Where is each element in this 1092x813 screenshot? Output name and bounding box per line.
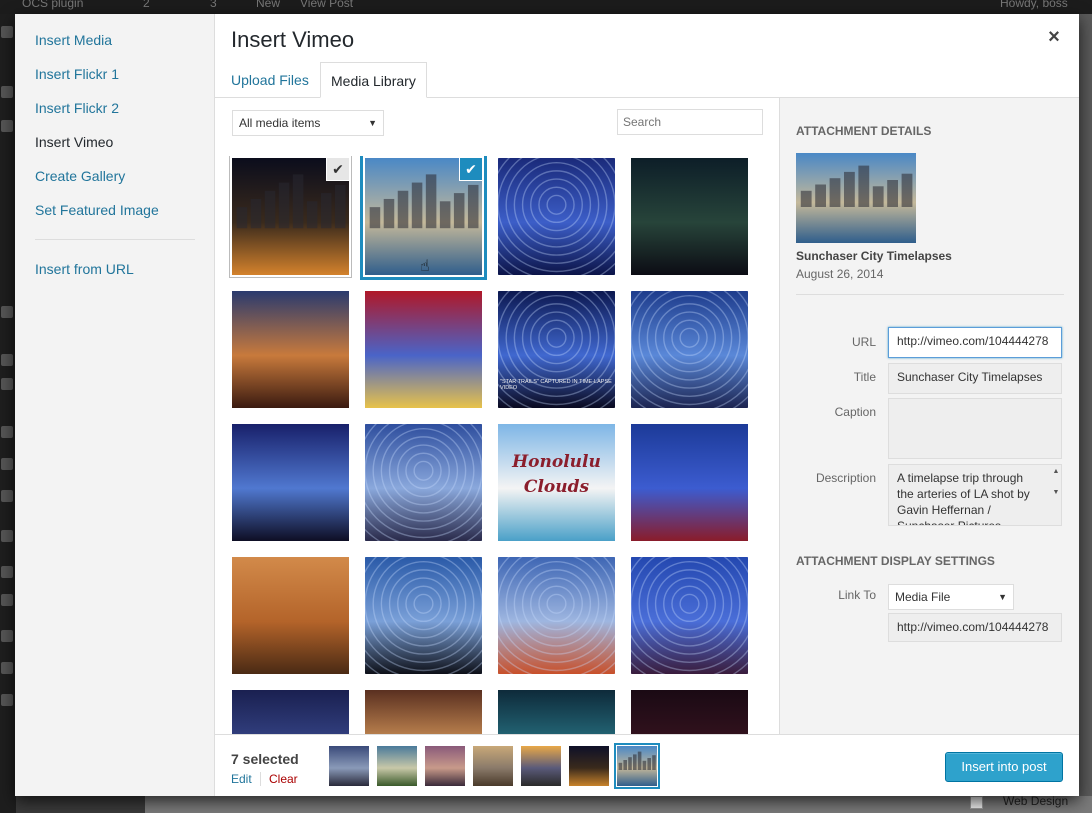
- menu-separator: [35, 239, 195, 240]
- menu-insert-from-url[interactable]: Insert from URL: [35, 261, 134, 277]
- admin-bar: OCS plugin 2 3 New View Post Howdy, boss: [0, 0, 1092, 14]
- attachment-thumbnail[interactable]: [631, 424, 748, 541]
- attachment-thumbnail[interactable]: [631, 291, 748, 408]
- attachment-sidebar: ATTACHMENT DETAILS Sunchaser City Timela…: [779, 98, 1079, 734]
- selection-divider: [260, 772, 261, 786]
- menu-insert-flickr-2[interactable]: Insert Flickr 2: [35, 100, 119, 116]
- attachment-thumbnail[interactable]: [365, 557, 482, 674]
- title-field[interactable]: Sunchaser City Timelapses: [888, 363, 1062, 394]
- menu-create-gallery[interactable]: Create Gallery: [35, 168, 125, 184]
- tab-upload-files[interactable]: Upload Files: [221, 62, 319, 98]
- selected-thumbnail[interactable]: [329, 746, 369, 786]
- selected-thumbnail[interactable]: [614, 743, 660, 789]
- admin-bar-updates[interactable]: 2: [143, 0, 150, 10]
- caption-label: Caption: [834, 405, 876, 419]
- menu-set-featured-image[interactable]: Set Featured Image: [35, 202, 159, 218]
- attachment-thumbnail[interactable]: ✔ ☝: [360, 156, 487, 280]
- url-label: URL: [851, 335, 876, 349]
- attachment-thumbnail[interactable]: [232, 690, 349, 734]
- title-label: Title: [853, 370, 876, 384]
- display-settings-heading: ATTACHMENT DISPLAY SETTINGS: [796, 554, 995, 568]
- details-separator: [796, 294, 1064, 295]
- category-label: Web Design: [1003, 794, 1069, 808]
- category-checkbox[interactable]: [970, 796, 983, 809]
- attachment-thumbnail[interactable]: [365, 291, 482, 408]
- menu-insert-media[interactable]: Insert Media: [35, 32, 112, 48]
- description-field[interactable]: A timelapse trip through the arteries of…: [888, 464, 1062, 526]
- hand-cursor-icon: ☝: [420, 258, 430, 275]
- close-icon[interactable]: ×: [1043, 26, 1065, 48]
- insert-into-post-button[interactable]: Insert into post: [945, 752, 1063, 782]
- selected-thumbnail[interactable]: [377, 746, 417, 786]
- edit-selection-link[interactable]: Edit: [231, 772, 252, 786]
- check-icon[interactable]: ✔: [460, 158, 482, 180]
- link-to-select[interactable]: Media File ▼: [888, 584, 1014, 610]
- attachment-thumbnail[interactable]: [631, 557, 748, 674]
- media-menu: Insert Media Insert Flickr 1 Insert Flic…: [15, 14, 215, 796]
- admin-bar-howdy[interactable]: Howdy, boss: [1000, 0, 1068, 10]
- attachment-thumbnail[interactable]: [498, 690, 615, 734]
- description-scroll-icon[interactable]: ▲ ▼: [1049, 468, 1063, 514]
- selected-thumbnail[interactable]: [569, 746, 609, 786]
- attachments-browser: All media items ▼ ✔✔☝"STAR TRAILS" CAPTU…: [215, 98, 779, 734]
- attachments-grid: ✔ ✔ ☝ "STAR TRAILS" CAPTURED IN TIME-LAPSE …: [229, 156, 763, 734]
- media-type-filter[interactable]: All media items ▼: [232, 110, 384, 136]
- tab-media-library[interactable]: Media Library: [320, 62, 427, 98]
- admin-bar-view-post[interactable]: View Post: [300, 0, 353, 10]
- thumbnail-text: Honolulu: [512, 452, 601, 472]
- url-field[interactable]: http://vimeo.com/104444278: [888, 327, 1062, 358]
- chevron-down-icon: ▼: [998, 592, 1007, 602]
- attachment-date: August 26, 2014: [796, 267, 884, 281]
- modal-title: Insert Vimeo: [231, 27, 355, 52]
- menu-insert-flickr-1[interactable]: Insert Flickr 1: [35, 66, 119, 82]
- page-backdrop: [1079, 14, 1092, 796]
- selection-count: 7 selected: [231, 751, 299, 767]
- attachment-thumbnail[interactable]: [498, 158, 615, 275]
- admin-menu: [0, 14, 16, 813]
- attachment-thumbnail[interactable]: [365, 690, 482, 734]
- media-toolbar: 7 selected Edit Clear Insert into post: [215, 734, 1079, 796]
- attachment-thumbnail[interactable]: Honolulu Clouds: [498, 424, 615, 541]
- router-tabs: Upload Files Media Library: [215, 62, 1079, 98]
- attachment-thumbnail[interactable]: ✔: [229, 156, 352, 278]
- link-to-label: Link To: [838, 588, 876, 602]
- chevron-down-icon: ▼: [368, 118, 377, 128]
- attachment-thumbnail[interactable]: [365, 424, 482, 541]
- thumbnail-caption: "STAR TRAILS" CAPTURED IN TIME-LAPSE VID…: [500, 379, 612, 391]
- admin-bar-site[interactable]: OCS plugin: [22, 0, 83, 10]
- description-label: Description: [815, 471, 876, 485]
- search-input[interactable]: [617, 109, 763, 135]
- attachment-thumbnail[interactable]: [232, 557, 349, 674]
- attachment-thumbnail[interactable]: [232, 424, 349, 541]
- media-type-filter-value: All media items: [239, 116, 321, 130]
- media-modal: Insert Media Insert Flickr 1 Insert Flic…: [15, 14, 1079, 796]
- attachment-details-heading: ATTACHMENT DETAILS: [796, 124, 932, 138]
- thumbnail-text: Clouds: [523, 477, 590, 497]
- page-backdrop-bottom: Web Design: [145, 794, 1092, 813]
- attachment-preview: [796, 153, 916, 243]
- selected-thumbnail[interactable]: [425, 746, 465, 786]
- admin-bar-comments[interactable]: 3: [210, 0, 217, 10]
- clear-selection-link[interactable]: Clear: [269, 772, 298, 786]
- attachment-thumbnail[interactable]: [232, 291, 349, 408]
- selected-thumbnail[interactable]: [521, 746, 561, 786]
- attachment-thumbnail[interactable]: [631, 690, 748, 734]
- menu-insert-vimeo[interactable]: Insert Vimeo: [35, 134, 113, 150]
- selected-thumbnail[interactable]: [473, 746, 513, 786]
- admin-bar-new[interactable]: New: [256, 0, 280, 10]
- link-to-value: Media File: [895, 590, 951, 604]
- attachment-thumbnail[interactable]: [498, 557, 615, 674]
- caption-field[interactable]: [888, 398, 1062, 459]
- link-url-field[interactable]: http://vimeo.com/104444278: [888, 613, 1062, 642]
- attachment-filename: Sunchaser City Timelapses: [796, 249, 952, 263]
- attachment-thumbnail[interactable]: [631, 158, 748, 275]
- attachment-thumbnail[interactable]: "STAR TRAILS" CAPTURED IN TIME-LAPSE VID…: [498, 291, 615, 408]
- check-icon[interactable]: ✔: [327, 158, 349, 180]
